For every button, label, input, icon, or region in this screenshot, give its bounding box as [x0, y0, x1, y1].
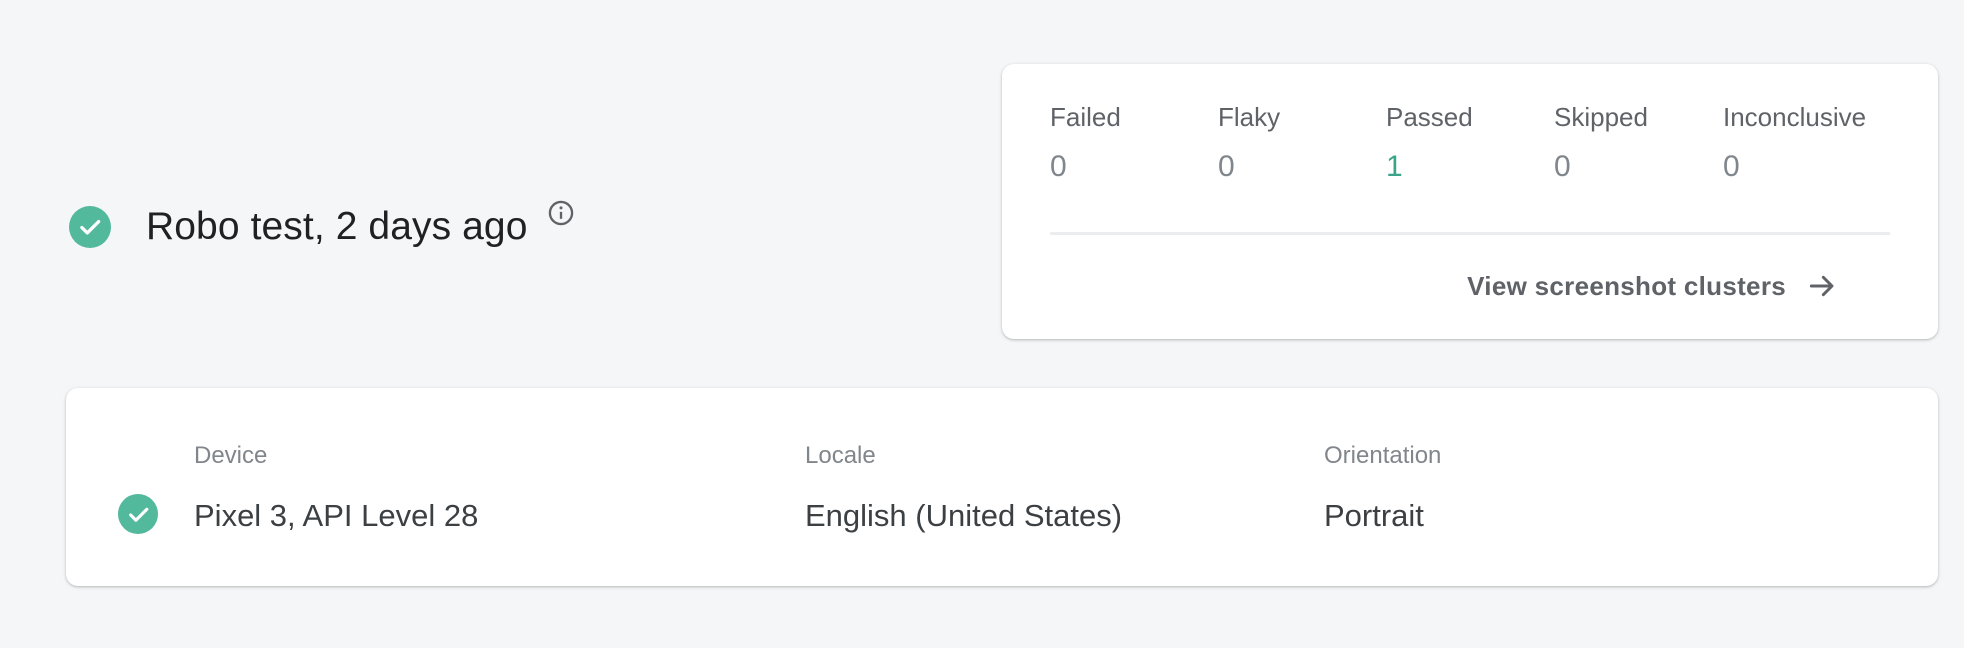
- stat-flaky: Flaky 0: [1218, 100, 1280, 187]
- stat-value: 0: [1554, 150, 1571, 183]
- orientation-value: Portrait: [1324, 498, 1424, 533]
- stat-label: Inconclusive: [1723, 102, 1867, 132]
- test-header: Robo test, 2 days ago: [69, 200, 575, 254]
- stat-value: 0: [1723, 150, 1740, 183]
- clusters-link-label: View screenshot clusters: [1467, 270, 1786, 301]
- info-icon[interactable]: [547, 199, 575, 227]
- arrow-right-icon: [1806, 270, 1838, 302]
- orientation-field: Orientation Portrait: [1324, 440, 1441, 536]
- stat-skipped: Skipped 0: [1554, 100, 1648, 187]
- stat-failed: Failed 0: [1050, 100, 1121, 187]
- test-title: Robo test, 2 days ago: [146, 205, 528, 248]
- stat-label: Passed: [1386, 102, 1473, 132]
- device-field: Device Pixel 3, API Level 28: [194, 440, 478, 536]
- view-screenshot-clusters-link[interactable]: View screenshot clusters: [1467, 270, 1838, 302]
- results-summary-card: Failed 0 Flaky 0 Passed 1 Skipped 0 Inco…: [1002, 64, 1938, 339]
- locale-field: Locale English (United States): [805, 440, 1122, 536]
- stat-passed: Passed 1: [1386, 100, 1473, 187]
- stat-value: 0: [1050, 150, 1067, 183]
- device-label: Device: [194, 442, 268, 469]
- check-circle-icon: [118, 494, 158, 534]
- stat-value: 0: [1218, 150, 1235, 183]
- stat-inconclusive: Inconclusive 0: [1723, 100, 1866, 187]
- locale-value: English (United States): [805, 498, 1123, 533]
- orientation-label: Orientation: [1324, 442, 1442, 469]
- stat-label: Skipped: [1554, 102, 1648, 132]
- device-value: Pixel 3, API Level 28: [194, 498, 479, 533]
- stat-value: 1: [1386, 150, 1403, 183]
- stat-label: Flaky: [1218, 102, 1281, 132]
- divider: [1050, 232, 1890, 235]
- check-circle-icon: [69, 206, 111, 248]
- device-details-card[interactable]: Device Pixel 3, API Level 28 Locale Engl…: [66, 388, 1938, 586]
- locale-label: Locale: [805, 442, 876, 469]
- stat-label: Failed: [1050, 102, 1121, 132]
